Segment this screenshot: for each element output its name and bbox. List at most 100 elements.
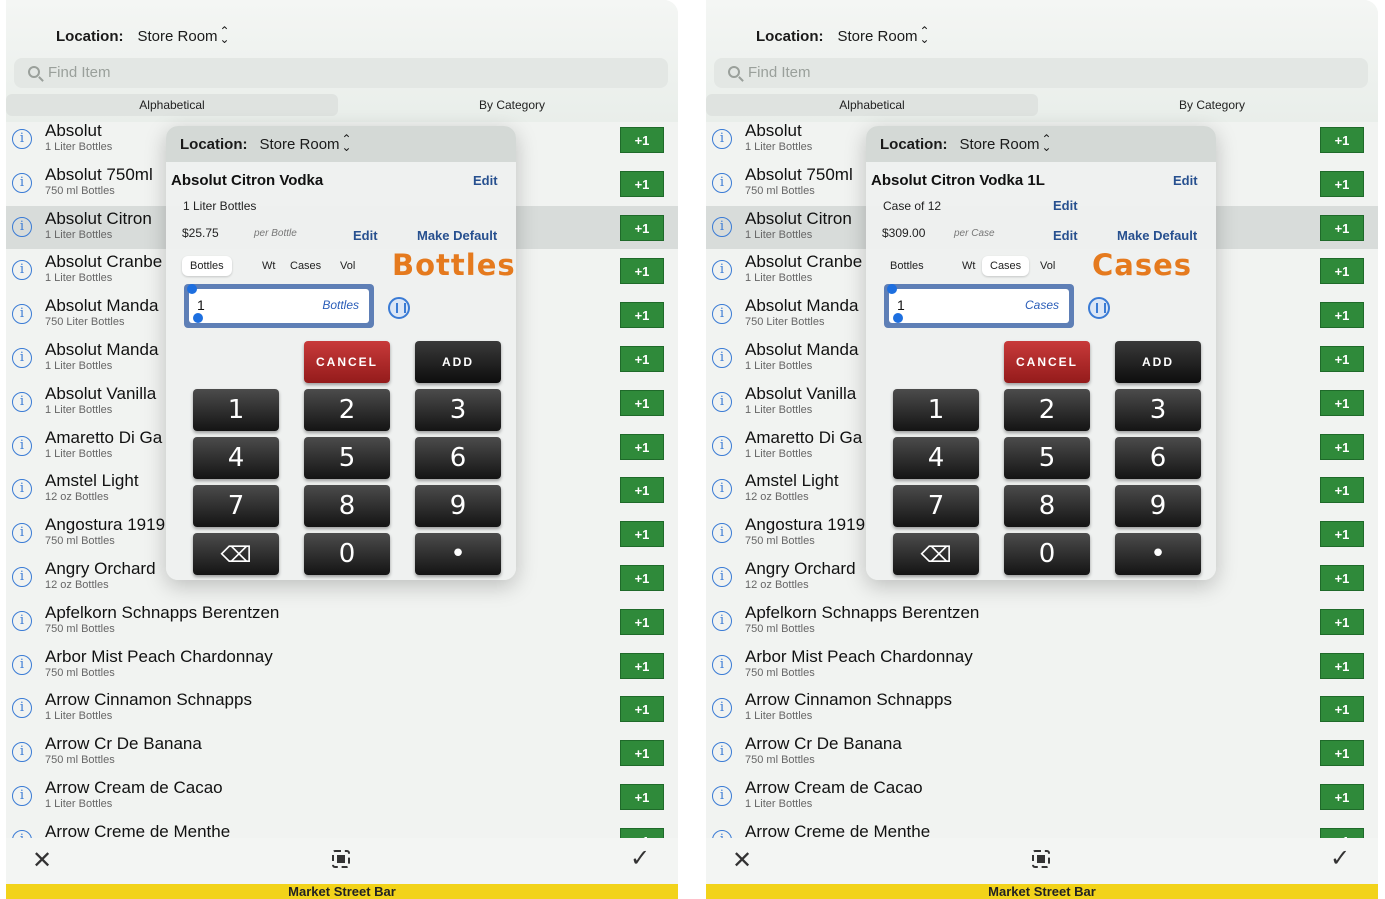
list-item[interactable]: i Arrow Cream de Cacao 1 Liter Bottles +… (706, 775, 1378, 819)
add-one-button[interactable]: +1 (620, 302, 664, 329)
add-button[interactable]: ADD (1115, 341, 1201, 383)
search-input[interactable]: Find Item (14, 58, 668, 88)
add-one-button[interactable]: +1 (1320, 564, 1364, 591)
add-one-button[interactable]: +1 (1320, 521, 1364, 548)
tab-alphabetical[interactable]: Alphabetical (706, 94, 1038, 116)
keypad-key[interactable]: 6 (415, 437, 501, 479)
add-one-button[interactable]: +1 (1320, 696, 1364, 723)
info-icon[interactable]: i (12, 216, 32, 237)
info-icon[interactable]: i (12, 304, 32, 325)
add-one-button[interactable]: +1 (1320, 740, 1364, 767)
info-icon[interactable]: i (712, 304, 732, 325)
close-icon[interactable]: ✕ (32, 846, 52, 875)
keypad-key[interactable]: 9 (415, 485, 501, 527)
unit-segment[interactable]: Vol (1040, 260, 1055, 272)
unit-segment[interactable]: Bottles (182, 256, 232, 276)
info-icon[interactable]: i (712, 260, 732, 281)
keypad-key[interactable]: 2 (1004, 389, 1090, 431)
info-icon[interactable]: i (712, 654, 732, 675)
add-one-button[interactable]: +1 (1320, 127, 1364, 153)
add-one-button[interactable]: +1 (1320, 258, 1364, 285)
info-icon[interactable]: i (712, 391, 732, 412)
unit-segment[interactable]: Cases (982, 256, 1030, 276)
edit-pack-button[interactable]: Edit (1053, 198, 1078, 213)
add-one-button[interactable]: +1 (620, 783, 664, 810)
tab-by-category[interactable]: By Category (346, 94, 678, 116)
unit-segment[interactable]: Cases (290, 260, 321, 272)
tab-by-category[interactable]: By Category (1046, 94, 1378, 116)
keypad-key[interactable]: 4 (893, 437, 979, 479)
popover-location-selector[interactable]: Location: Store Room ⌃ ⌄ (166, 126, 516, 162)
keypad-key[interactable]: 7 (893, 485, 979, 527)
search-input[interactable]: Find Item (714, 58, 1368, 88)
scan-icon[interactable] (332, 850, 350, 868)
unit-segment[interactable]: Vol (340, 260, 355, 272)
info-icon[interactable]: i (12, 610, 32, 631)
info-icon[interactable]: i (712, 566, 732, 587)
info-icon[interactable]: i (12, 523, 32, 544)
info-icon[interactable]: i (12, 260, 32, 281)
add-one-button[interactable]: +1 (1320, 302, 1364, 329)
info-icon[interactable]: i (12, 435, 32, 456)
add-one-button[interactable]: +1 (620, 258, 664, 285)
info-icon[interactable]: i (12, 698, 32, 719)
add-one-button[interactable]: +1 (620, 433, 664, 460)
add-one-button[interactable]: +1 (620, 652, 664, 679)
tab-alphabetical[interactable]: Alphabetical (6, 94, 338, 116)
info-icon[interactable]: i (712, 347, 732, 368)
add-one-button[interactable]: +1 (620, 214, 664, 241)
backspace-key[interactable]: ⌫ (893, 533, 979, 575)
keypad-key[interactable]: 5 (1004, 437, 1090, 479)
add-one-button[interactable]: +1 (620, 608, 664, 635)
list-item[interactable]: i Apfelkorn Schnapps Berentzen 750 ml Bo… (6, 600, 678, 644)
add-one-button[interactable]: +1 (620, 564, 664, 591)
edit-price-button[interactable]: Edit (353, 228, 378, 243)
keypad-key[interactable]: 3 (1115, 389, 1201, 431)
keypad-key[interactable]: • (415, 533, 501, 575)
add-one-button[interactable]: +1 (620, 696, 664, 723)
keypad-key[interactable]: 1 (193, 389, 279, 431)
add-one-button[interactable]: +1 (1320, 608, 1364, 635)
list-item[interactable]: i Arrow Cream de Cacao 1 Liter Bottles +… (6, 775, 678, 819)
add-one-button[interactable]: +1 (1320, 170, 1364, 197)
add-one-button[interactable]: +1 (620, 389, 664, 416)
keypad-key[interactable]: 8 (304, 485, 390, 527)
add-one-button[interactable]: +1 (1320, 652, 1364, 679)
keypad-key[interactable]: 5 (304, 437, 390, 479)
selection-handle[interactable] (893, 313, 903, 323)
info-icon[interactable]: i (712, 610, 732, 631)
add-one-button[interactable]: +1 (1320, 433, 1364, 460)
info-icon[interactable]: i (12, 785, 32, 806)
info-icon[interactable]: i (712, 479, 732, 500)
location-selector[interactable]: Location: Store Room ⌃ ⌄ (756, 25, 930, 45)
unit-segment[interactable]: Bottles (890, 260, 924, 272)
info-icon[interactable]: i (12, 479, 32, 500)
list-item[interactable]: i Arrow Cinnamon Schnapps 1 Liter Bottle… (706, 687, 1378, 731)
add-one-button[interactable]: +1 (620, 170, 664, 197)
add-one-button[interactable]: +1 (1320, 389, 1364, 416)
keypad-key[interactable]: 6 (1115, 437, 1201, 479)
location-selector[interactable]: Location: Store Room ⌃ ⌄ (56, 25, 230, 45)
voice-icon[interactable] (388, 297, 410, 319)
info-icon[interactable]: i (712, 129, 732, 149)
selection-handle[interactable] (187, 284, 197, 294)
backspace-key[interactable]: ⌫ (193, 533, 279, 575)
keypad-key[interactable]: 0 (304, 533, 390, 575)
keypad-key[interactable]: 7 (193, 485, 279, 527)
info-icon[interactable]: i (12, 742, 32, 763)
add-one-button[interactable]: +1 (1320, 477, 1364, 504)
add-one-button[interactable]: +1 (1320, 783, 1364, 810)
quantity-field[interactable]: 1 Bottles (184, 284, 374, 328)
keypad-key[interactable]: 0 (1004, 533, 1090, 575)
info-icon[interactable]: i (12, 172, 32, 193)
add-one-button[interactable]: +1 (1320, 345, 1364, 372)
edit-item-button[interactable]: Edit (473, 173, 498, 188)
info-icon[interactable]: i (712, 216, 732, 237)
add-one-button[interactable]: +1 (620, 521, 664, 548)
edit-item-button[interactable]: Edit (1173, 173, 1198, 188)
add-one-button[interactable]: +1 (620, 345, 664, 372)
cancel-button[interactable]: CANCEL (304, 341, 390, 383)
keypad-key[interactable]: 9 (1115, 485, 1201, 527)
edit-price-button[interactable]: Edit (1053, 228, 1078, 243)
make-default-button[interactable]: Make Default (417, 228, 497, 243)
